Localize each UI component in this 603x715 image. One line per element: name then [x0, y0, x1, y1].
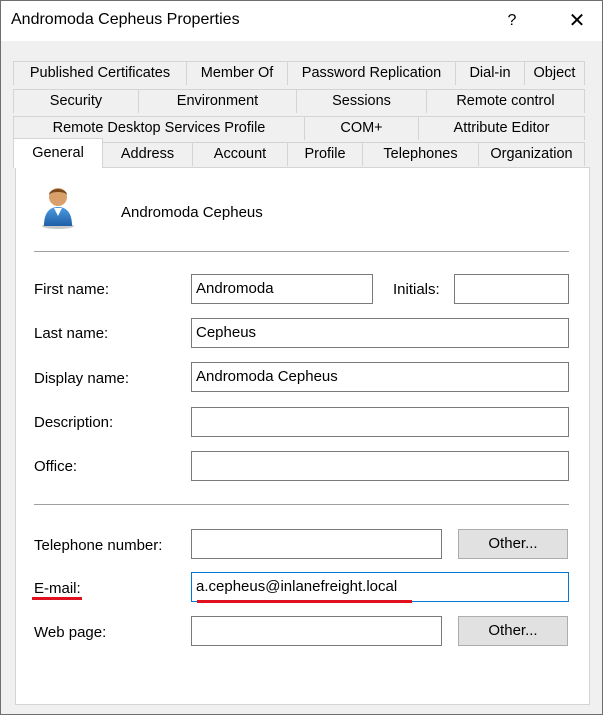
web-page-field[interactable] [191, 616, 442, 646]
help-button[interactable]: ? [497, 5, 527, 37]
tab-remote-desktop-services-profile[interactable]: Remote Desktop Services Profile [13, 116, 305, 140]
initials-label: Initials: [393, 281, 440, 298]
tab-general[interactable]: General [13, 138, 103, 168]
last-name-field[interactable]: Cepheus [191, 318, 569, 348]
tab-row-2: Security Environment Sessions Remote con… [13, 89, 585, 113]
description-field[interactable] [191, 407, 569, 437]
first-name-label: First name: [34, 281, 110, 298]
tab-sessions[interactable]: Sessions [297, 89, 427, 113]
tab-com-plus[interactable]: COM+ [305, 116, 419, 140]
email-label-highlight [32, 597, 82, 600]
email-label: E-mail: [34, 580, 81, 597]
tab-row-1: Published Certificates Member Of Passwor… [13, 61, 585, 85]
display-name-field[interactable]: Andromoda Cepheus [191, 362, 569, 392]
tab-object[interactable]: Object [525, 61, 585, 85]
properties-dialog: Andromoda Cepheus Properties ? ✕ Publish… [0, 0, 603, 715]
tab-attribute-editor[interactable]: Attribute Editor [419, 116, 585, 140]
office-label: Office: [34, 458, 78, 475]
tab-row-4: General Address Account Profile Telephon… [13, 138, 585, 168]
description-label: Description: [34, 414, 114, 431]
separator [34, 251, 569, 252]
telephone-other-button[interactable]: Other... [458, 529, 568, 559]
user-display-name: Andromoda Cepheus [121, 204, 263, 221]
title-bar: Andromoda Cepheus Properties ? ✕ [1, 1, 602, 41]
tab-organization[interactable]: Organization [479, 142, 585, 166]
telephone-number-label: Telephone number: [34, 537, 163, 554]
tab-row-3: Remote Desktop Services Profile COM+ Att… [13, 116, 585, 140]
tab-published-certificates[interactable]: Published Certificates [13, 61, 187, 85]
tab-dial-in[interactable]: Dial-in [456, 61, 525, 85]
display-name-label: Display name: [34, 370, 130, 387]
window-title: Andromoda Cepheus Properties [11, 11, 240, 28]
tab-password-replication[interactable]: Password Replication [288, 61, 456, 85]
separator [34, 504, 569, 505]
last-name-label: Last name: [34, 325, 109, 342]
tab-member-of[interactable]: Member Of [187, 61, 288, 85]
tab-address[interactable]: Address [103, 142, 193, 166]
tab-account[interactable]: Account [193, 142, 288, 166]
web-page-label: Web page: [34, 624, 107, 641]
email-value-highlight [197, 600, 412, 603]
close-button[interactable]: ✕ [557, 5, 597, 37]
tab-security[interactable]: Security [13, 89, 139, 113]
user-icon [42, 188, 74, 229]
office-field[interactable] [191, 451, 569, 481]
telephone-number-field[interactable] [191, 529, 442, 559]
email-field[interactable]: a.cepheus@inlanefreight.local [191, 572, 569, 602]
general-tab-panel: Andromoda Cepheus First name: Andromoda … [15, 167, 590, 705]
tab-telephones[interactable]: Telephones [363, 142, 479, 166]
tab-remote-control[interactable]: Remote control [427, 89, 585, 113]
first-name-field[interactable]: Andromoda [191, 274, 373, 304]
tab-profile[interactable]: Profile [288, 142, 363, 166]
web-page-other-button[interactable]: Other... [458, 616, 568, 646]
initials-field[interactable] [454, 274, 569, 304]
tab-environment[interactable]: Environment [139, 89, 297, 113]
